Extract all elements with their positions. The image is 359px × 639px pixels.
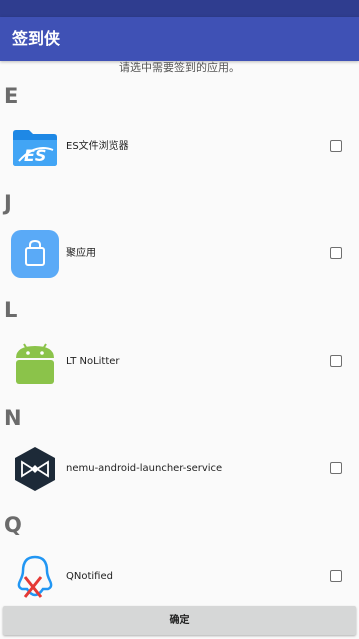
app-bar: 签到侠: [0, 17, 359, 61]
select-checkbox-lt-nolitter[interactable]: [330, 355, 342, 367]
status-bar: [0, 0, 359, 17]
app-row-qnotified[interactable]: QNotified: [0, 547, 359, 605]
select-checkbox-es-file-explorer[interactable]: [330, 140, 342, 152]
android-robot-icon: [11, 338, 59, 386]
app-title: 签到侠: [12, 29, 61, 48]
app-list[interactable]: E ES ES文件浏览器 J 聚应用 L LT NoLitter N nemu-…: [0, 75, 359, 605]
app-row-lt-nolitter[interactable]: LT NoLitter: [0, 332, 359, 392]
app-name-label: QNotified: [66, 571, 113, 582]
select-checkbox-nemu-launcher[interactable]: [330, 462, 342, 474]
app-row-es-file-explorer[interactable]: ES ES文件浏览器: [0, 117, 359, 177]
app-name-label: ES文件浏览器: [66, 141, 129, 152]
section-header-l: L: [4, 298, 18, 322]
app-name-label: 聚应用: [66, 248, 96, 259]
qq-penguin-crossed-icon: [11, 553, 59, 601]
app-row-nemu-launcher[interactable]: nemu-android-launcher-service: [0, 439, 359, 499]
es-file-explorer-icon: ES: [11, 123, 59, 171]
select-checkbox-ju-yingyong[interactable]: [330, 247, 342, 259]
app-name-label: LT NoLitter: [66, 356, 120, 367]
instruction-text: 请选中需要签到的应用。: [119, 61, 240, 74]
section-header-q: Q: [4, 513, 22, 537]
shopping-bag-icon: [11, 230, 59, 278]
confirm-button[interactable]: 确定: [3, 606, 356, 635]
app-row-ju-yingyong[interactable]: 聚应用: [0, 224, 359, 284]
section-header-n: N: [4, 406, 22, 430]
section-header-j: J: [4, 191, 12, 215]
app-name-label: nemu-android-launcher-service: [66, 463, 223, 474]
select-checkbox-qnotified[interactable]: [330, 570, 342, 582]
section-header-e: E: [4, 84, 19, 108]
nemu-logo-icon: [11, 445, 59, 493]
